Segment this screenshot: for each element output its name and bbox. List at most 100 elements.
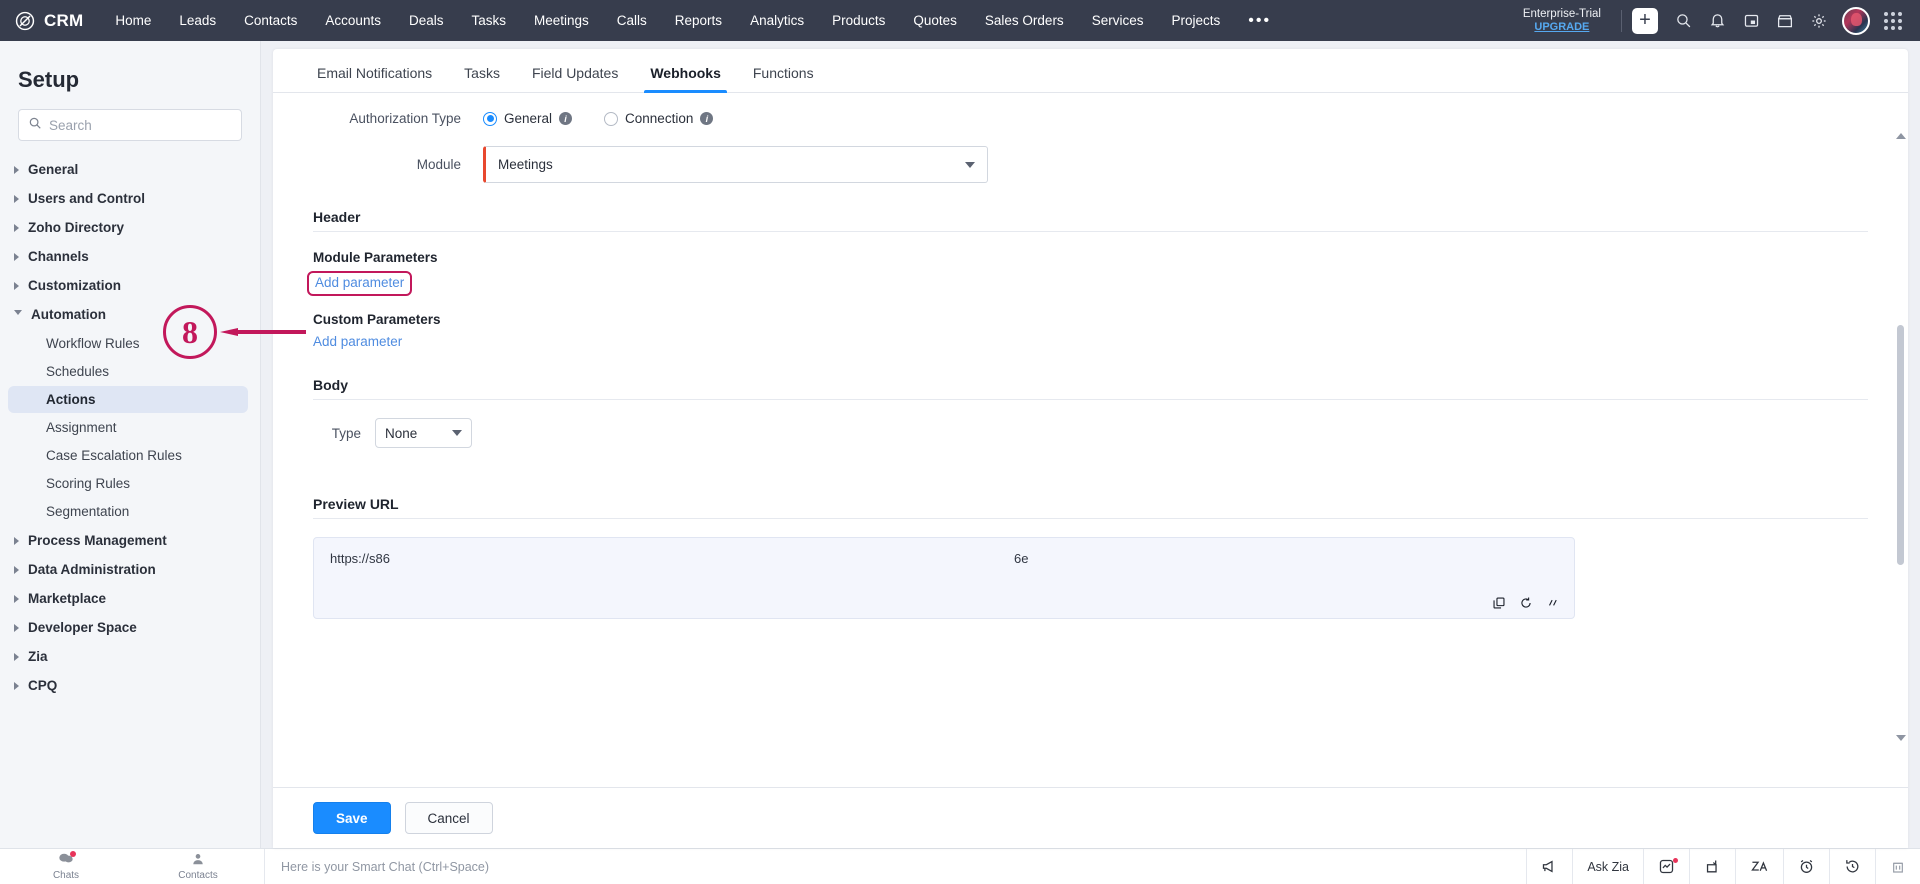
info-icon[interactable]: i	[559, 112, 573, 125]
form-scrollbar[interactable]	[1897, 145, 1904, 729]
setup-sidebar: Setup General Users and Control Zoho Dir…	[0, 41, 261, 848]
cancel-button[interactable]: Cancel	[404, 802, 493, 834]
analytics-badge	[1673, 858, 1678, 863]
chevron-right-icon	[14, 194, 19, 203]
contacts-tile[interactable]: Contacts	[132, 849, 264, 884]
scrollbar-thumb[interactable]	[1897, 325, 1904, 565]
sidebar-item-process-management[interactable]: Process Management	[0, 526, 260, 555]
scroll-up-arrow-icon[interactable]	[1896, 133, 1906, 139]
radio-connection-input[interactable]	[604, 111, 619, 126]
avatar[interactable]	[1842, 6, 1870, 35]
search-icon[interactable]	[1666, 4, 1700, 38]
module-row: Module Meetings	[313, 146, 1868, 183]
info-icon[interactable]: i	[700, 112, 714, 125]
sidebar-item-label: Data Administration	[28, 562, 156, 577]
sidebar-item-actions[interactable]: Actions	[8, 386, 248, 413]
nav-item-meetings[interactable]: Meetings	[520, 0, 603, 41]
bell-icon[interactable]	[1700, 4, 1734, 38]
preview-url-box[interactable]: https://s86 6e	[313, 537, 1575, 619]
sidebar-item-scoring-rules[interactable]: Scoring Rules	[8, 470, 248, 497]
sidebar-item-label: Channels	[28, 249, 89, 264]
chevron-down-icon	[965, 161, 975, 168]
nav-item-home[interactable]: Home	[101, 0, 165, 41]
analytics-icon[interactable]	[1643, 849, 1689, 884]
preview-url-text: https://s86	[330, 551, 390, 566]
radio-general[interactable]: General i	[483, 111, 573, 126]
calendar-icon[interactable]	[1734, 4, 1768, 38]
chats-tile[interactable]: Chats	[0, 849, 132, 884]
sidebar-item-case-escalation-rules[interactable]: Case Escalation Rules	[8, 442, 248, 469]
scroll-down-arrow-icon[interactable]	[1896, 735, 1906, 741]
tab-functions[interactable]: Functions	[737, 65, 830, 92]
tab-email-notifications[interactable]: Email Notifications	[301, 65, 448, 92]
nav-item-deals[interactable]: Deals	[395, 0, 458, 41]
nav-item-contacts[interactable]: Contacts	[230, 0, 311, 41]
sidebar-item-channels[interactable]: Channels	[0, 242, 260, 271]
sidebar-item-general[interactable]: General	[0, 155, 260, 184]
sidebar-search[interactable]	[18, 109, 242, 141]
marketplace-icon[interactable]	[1768, 4, 1802, 38]
tab-field-updates[interactable]: Field Updates	[516, 65, 634, 92]
radio-general-input[interactable]	[483, 111, 497, 126]
module-select[interactable]: Meetings	[483, 146, 988, 183]
tab-webhooks[interactable]: Webhooks	[634, 65, 737, 93]
section-divider	[313, 399, 1868, 400]
sidebar-item-customization[interactable]: Customization	[0, 271, 260, 300]
sidebar-item-zia[interactable]: Zia	[0, 642, 260, 671]
section-divider	[313, 231, 1868, 232]
add-custom-parameter-link[interactable]: Add parameter	[313, 334, 402, 349]
sidebar-item-users-and-control[interactable]: Users and Control	[0, 184, 260, 213]
nav-more-icon[interactable]: •••	[1234, 0, 1285, 41]
note-icon[interactable]	[1689, 849, 1735, 884]
search-input[interactable]	[49, 117, 232, 133]
radio-connection[interactable]: Connection i	[604, 111, 714, 126]
gear-icon[interactable]	[1802, 4, 1836, 38]
sidebar-item-label: Developer Space	[28, 620, 137, 635]
sidebar-item-cpq[interactable]: CPQ	[0, 671, 260, 700]
sidebar-item-marketplace[interactable]: Marketplace	[0, 584, 260, 613]
sidebar-item-zoho-directory[interactable]: Zoho Directory	[0, 213, 260, 242]
history-icon[interactable]	[1829, 849, 1875, 884]
add-record-button[interactable]: +	[1632, 7, 1658, 34]
sidebar-item-assignment[interactable]: Assignment	[8, 414, 248, 441]
zia-icon[interactable]	[1735, 849, 1783, 884]
bottom-status-bar: Chats Contacts Here is your Smart Chat (…	[0, 848, 1920, 884]
nav-item-projects[interactable]: Projects	[1157, 0, 1234, 41]
bottom-right-tools: Ask Zia	[1526, 849, 1920, 884]
body-type-row: Type None	[313, 418, 1868, 448]
copy-icon[interactable]	[1492, 596, 1506, 610]
nav-item-products[interactable]: Products	[818, 0, 899, 41]
contact-icon	[191, 852, 205, 869]
brand-logo-area[interactable]: CRM	[14, 10, 83, 32]
smart-chat-input[interactable]: Here is your Smart Chat (Ctrl+Space)	[265, 860, 1526, 874]
sidebar-item-data-administration[interactable]: Data Administration	[0, 555, 260, 584]
expand-icon[interactable]	[1546, 596, 1560, 610]
nav-item-calls[interactable]: Calls	[603, 0, 661, 41]
chevron-right-icon	[14, 223, 19, 232]
save-button[interactable]: Save	[313, 802, 391, 834]
ask-zia-button[interactable]: Ask Zia	[1572, 849, 1643, 884]
sidebar-item-automation[interactable]: Automation	[0, 300, 260, 329]
nav-item-quotes[interactable]: Quotes	[899, 0, 971, 41]
app-grid-icon[interactable]	[1876, 4, 1910, 38]
upgrade-link[interactable]: UPGRADE	[1523, 21, 1601, 34]
trial-label: Enterprise-Trial	[1522, 7, 1601, 20]
refresh-icon[interactable]	[1519, 596, 1533, 610]
nav-item-tasks[interactable]: Tasks	[457, 0, 520, 41]
trash-icon[interactable]	[1875, 849, 1920, 884]
body-type-select[interactable]: None	[375, 418, 472, 448]
nav-item-leads[interactable]: Leads	[165, 0, 230, 41]
nav-item-analytics[interactable]: Analytics	[736, 0, 818, 41]
module-parameters-label: Module Parameters	[313, 250, 438, 265]
nav-item-services[interactable]: Services	[1078, 0, 1158, 41]
nav-item-sales-orders[interactable]: Sales Orders	[971, 0, 1078, 41]
nav-item-reports[interactable]: Reports	[661, 0, 736, 41]
nav-item-accounts[interactable]: Accounts	[311, 0, 395, 41]
sidebar-item-schedules[interactable]: Schedules	[8, 358, 248, 385]
add-module-parameter-link[interactable]: Add parameter	[315, 275, 404, 290]
megaphone-icon[interactable]	[1526, 849, 1572, 884]
alarm-icon[interactable]	[1783, 849, 1829, 884]
sidebar-item-segmentation[interactable]: Segmentation	[8, 498, 248, 525]
sidebar-item-developer-space[interactable]: Developer Space	[0, 613, 260, 642]
tab-tasks[interactable]: Tasks	[448, 65, 516, 92]
